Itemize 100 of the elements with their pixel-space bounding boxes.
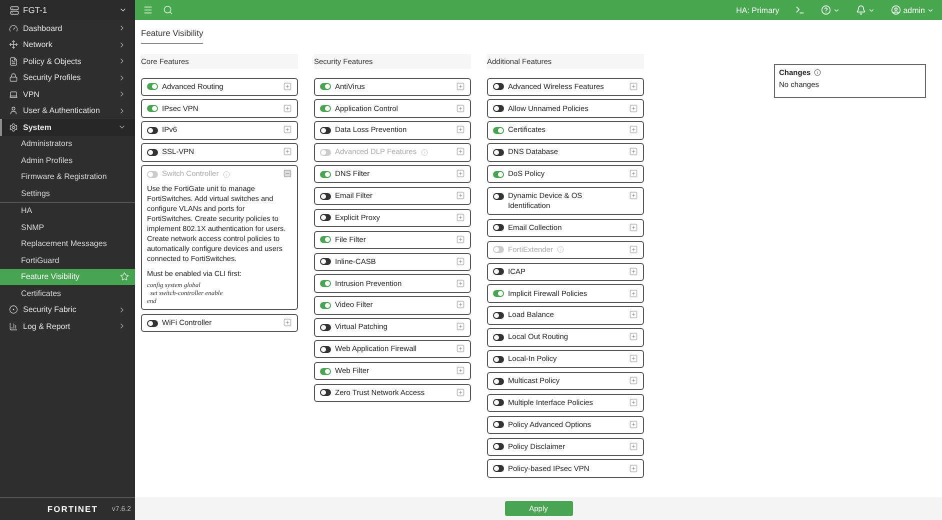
sidebar-subitem[interactable]: Firmware & Registration [0, 168, 135, 185]
expand-icon[interactable] [629, 82, 638, 91]
expand-icon[interactable] [283, 125, 292, 134]
toggle-switch[interactable] [147, 148, 158, 156]
expand-icon[interactable] [629, 464, 638, 473]
expand-icon[interactable] [456, 344, 465, 354]
toggle-switch[interactable] [147, 105, 158, 112]
toggle-switch[interactable] [493, 465, 504, 472]
sidebar-subitem[interactable]: Replacement Messages [0, 236, 135, 252]
sidebar-item[interactable]: User & Authentication [0, 102, 135, 119]
toggle-switch[interactable] [320, 302, 331, 309]
expand-icon[interactable] [283, 82, 292, 91]
toggle-switch[interactable] [493, 83, 504, 90]
toggle-switch[interactable] [320, 324, 331, 331]
expand-icon[interactable] [456, 322, 465, 332]
toggle-switch[interactable] [493, 334, 504, 341]
expand-icon[interactable] [456, 169, 465, 178]
menu-icon[interactable] [143, 5, 153, 15]
expand-icon[interactable] [629, 191, 638, 200]
sidebar-item[interactable]: System [0, 119, 135, 136]
expand-icon[interactable] [629, 288, 638, 298]
toggle-switch[interactable] [320, 346, 331, 353]
expand-icon[interactable] [629, 398, 638, 407]
toggle-switch[interactable] [320, 83, 331, 90]
toggle-switch[interactable] [320, 368, 331, 375]
toggle-switch[interactable] [320, 126, 331, 134]
search-icon[interactable] [163, 5, 173, 15]
sidebar-item[interactable]: Security Profiles [0, 70, 135, 86]
sidebar-item[interactable]: Policy & Objects [0, 53, 135, 70]
toggle-switch[interactable] [493, 192, 504, 200]
sidebar-subitem[interactable]: Administrators [0, 136, 135, 152]
help-icon[interactable] [821, 5, 832, 15]
toggle-switch[interactable] [320, 258, 331, 266]
toggle-switch[interactable] [320, 105, 331, 112]
expand-icon[interactable] [629, 310, 638, 320]
expand-icon[interactable] [629, 354, 638, 364]
toggle-switch[interactable] [493, 312, 504, 319]
expand-icon[interactable] [456, 234, 465, 244]
toggle-switch[interactable] [493, 378, 504, 385]
expand-icon[interactable] [629, 332, 638, 342]
expand-icon[interactable] [629, 104, 638, 113]
terminal-icon[interactable] [795, 5, 806, 15]
toggle-switch[interactable] [320, 192, 331, 200]
expand-icon[interactable] [629, 147, 638, 156]
toggle-switch[interactable] [493, 443, 504, 450]
toggle-switch[interactable] [493, 170, 504, 178]
favorite-star-icon[interactable] [120, 272, 129, 282]
expand-icon[interactable] [456, 82, 465, 91]
expand-icon[interactable] [283, 147, 292, 156]
expand-icon[interactable] [629, 420, 638, 429]
sidebar-subitem[interactable]: Certificates [0, 285, 135, 302]
expand-icon[interactable] [456, 388, 465, 397]
sidebar-item[interactable]: Security Fabric [0, 302, 135, 318]
expand-icon[interactable] [629, 266, 638, 276]
expand-icon[interactable] [456, 212, 465, 222]
toggle-switch[interactable] [493, 290, 504, 298]
sidebar-subitem[interactable]: SNMP [0, 219, 135, 236]
sidebar-subitem[interactable]: HA [0, 202, 135, 219]
expand-icon[interactable] [456, 256, 465, 266]
toggle-switch[interactable] [493, 268, 504, 276]
sidebar-subitem[interactable]: FortiGuard [0, 252, 135, 268]
expand-icon[interactable] [629, 376, 638, 386]
sidebar-item[interactable]: Log & Report [0, 318, 135, 334]
expand-icon[interactable] [456, 191, 465, 200]
toggle-switch[interactable] [493, 126, 504, 134]
toggle-switch[interactable] [493, 356, 504, 363]
expand-icon[interactable] [283, 104, 292, 113]
expand-icon[interactable] [456, 300, 465, 310]
expand-icon[interactable] [629, 442, 638, 451]
toggle-switch[interactable] [147, 126, 158, 134]
toggle-switch[interactable] [493, 105, 504, 112]
sidebar-item[interactable]: Network [0, 36, 135, 53]
toggle-switch[interactable] [320, 389, 331, 396]
expand-icon[interactable] [456, 125, 465, 134]
sidebar-item[interactable]: Dashboard [0, 20, 135, 36]
toggle-switch[interactable] [147, 83, 158, 90]
bell-icon[interactable] [856, 5, 866, 15]
toggle-switch[interactable] [493, 224, 504, 232]
expand-icon[interactable] [629, 222, 638, 232]
section-icon [9, 40, 18, 50]
toggle-switch[interactable] [320, 214, 331, 222]
expand-icon[interactable] [456, 104, 465, 113]
expand-icon[interactable] [283, 318, 292, 328]
user-avatar-icon[interactable] [891, 5, 902, 15]
toggle-switch[interactable] [493, 399, 504, 406]
toggle-switch[interactable] [493, 148, 504, 156]
toggle-switch[interactable] [320, 170, 331, 178]
expand-icon[interactable] [456, 366, 465, 376]
expand-icon[interactable] [629, 125, 638, 134]
sidebar-subitem[interactable]: Settings [0, 185, 135, 202]
toggle-switch[interactable] [320, 280, 331, 288]
toggle-switch[interactable] [320, 236, 331, 244]
expand-icon[interactable] [629, 169, 638, 178]
sidebar-subitem[interactable]: Admin Profiles [0, 152, 135, 168]
toggle-switch[interactable] [493, 421, 504, 428]
info-icon [420, 148, 428, 156]
caret-icon[interactable] [119, 6, 127, 14]
sidebar-item[interactable]: VPN [0, 86, 135, 102]
expand-icon[interactable] [456, 278, 465, 288]
toggle-switch[interactable] [147, 320, 158, 327]
